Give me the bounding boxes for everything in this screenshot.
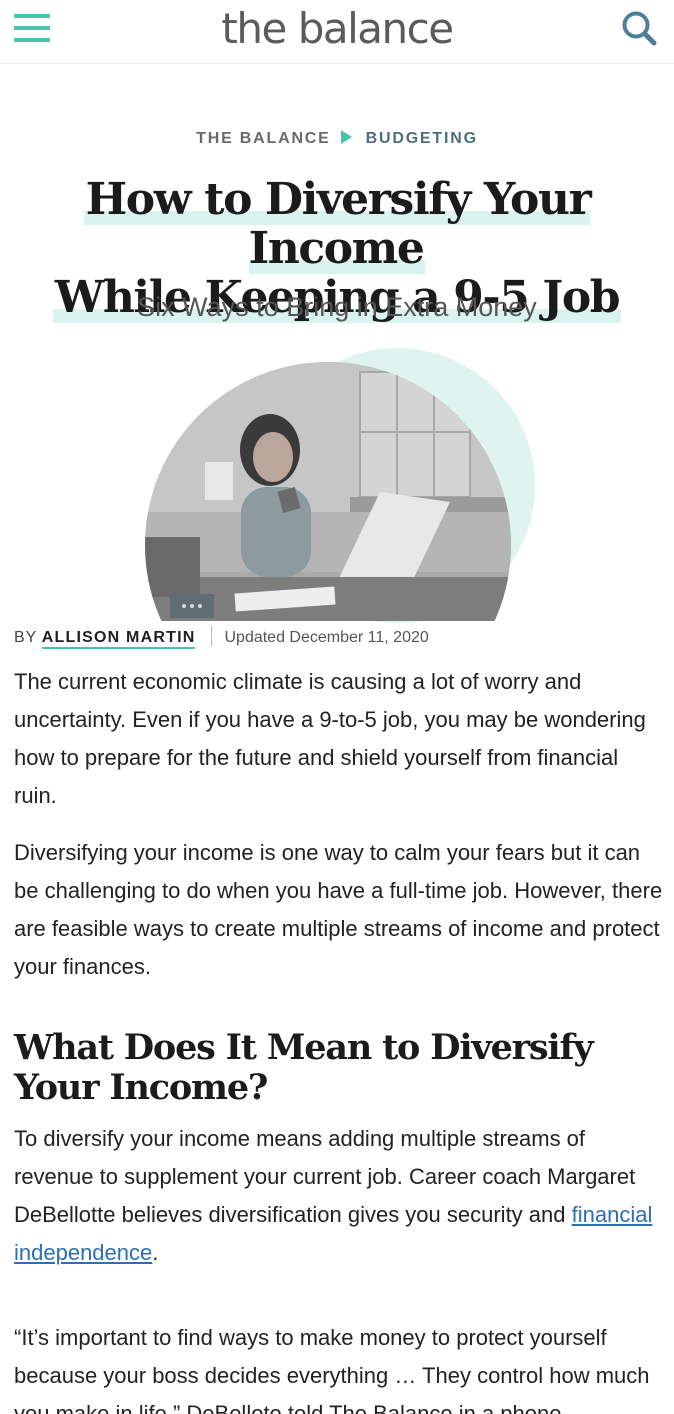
article-paragraph: The current economic climate is causing … xyxy=(14,669,646,808)
image-more-button[interactable] xyxy=(170,594,214,618)
paragraph-text: . xyxy=(152,1240,159,1265)
breadcrumb-item-budgeting[interactable]: BUDGETING xyxy=(366,130,478,147)
dot-icon xyxy=(198,604,202,608)
author-link[interactable]: ALLISON MARTIN xyxy=(41,629,196,649)
hero-photo xyxy=(145,362,511,621)
breadcrumb-item-the-balance[interactable]: THE BALANCE xyxy=(196,130,330,147)
article-paragraph: To diversify your income means adding mu… xyxy=(14,1120,664,1272)
top-nav-bar: the balance xyxy=(0,0,674,64)
search-icon[interactable] xyxy=(620,8,660,48)
byline-prefix: BY xyxy=(14,629,38,646)
dot-icon xyxy=(190,604,194,608)
site-logo[interactable]: the balance xyxy=(0,4,674,53)
article-subtitle: Six Ways to Bring in Extra Money xyxy=(137,292,537,322)
dot-icon xyxy=(182,604,186,608)
article-paragraph: Diversifying your income is one way to c… xyxy=(14,840,663,979)
quote-paragraph: “It’s important to find ways to make mon… xyxy=(14,1325,650,1414)
hero-image xyxy=(140,346,540,623)
hero-photo-frame xyxy=(145,362,511,621)
article-title-line: How to Diversify Your Income xyxy=(83,174,592,274)
breadcrumb-arrow-icon xyxy=(340,130,352,144)
byline-divider xyxy=(211,626,213,646)
byline: BY ALLISON MARTIN Updated December 11, 20… xyxy=(14,626,429,649)
breadcrumb: THE BALANCE BUDGETING xyxy=(0,130,674,148)
paragraph-text: To diversify your income means adding mu… xyxy=(14,1126,636,1227)
section-heading: What Does It Mean to Diversify Your Inco… xyxy=(14,1027,594,1108)
updated-date: Updated December 11, 2020 xyxy=(224,629,429,646)
